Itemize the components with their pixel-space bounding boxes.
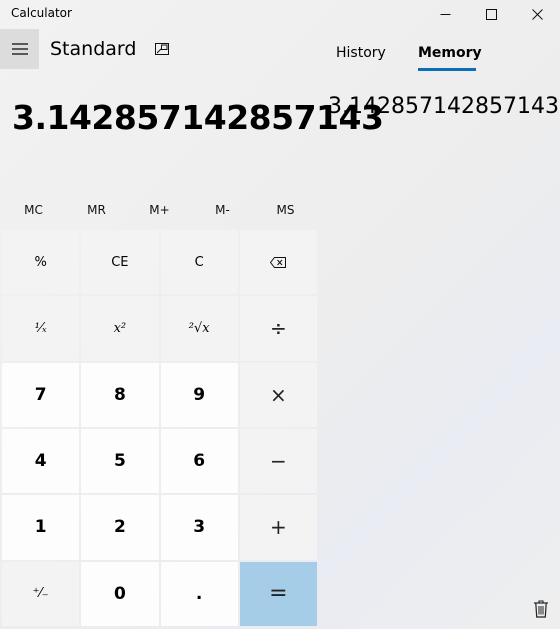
backspace-icon <box>270 256 287 268</box>
digit-8-button[interactable]: 8 <box>81 362 159 427</box>
digit-5-button[interactable]: 5 <box>81 429 159 494</box>
divide-button[interactable]: ÷ <box>239 296 317 361</box>
keep-on-top-button[interactable] <box>154 42 170 56</box>
memory-recall-button[interactable]: MR <box>65 195 128 225</box>
digit-7-button[interactable]: 7 <box>2 362 80 427</box>
digit-3-button[interactable]: 3 <box>160 495 238 560</box>
memory-button-bar: MC MR M+ M- MS <box>2 195 317 225</box>
reciprocal-label: ¹⁄ₓ <box>34 320 47 336</box>
memory-store-button[interactable]: MS <box>254 195 317 225</box>
digit-4-button[interactable]: 4 <box>2 429 80 494</box>
mode-title: Standard <box>50 38 137 60</box>
tab-history[interactable]: History <box>336 45 386 61</box>
decimal-button[interactable]: . <box>160 561 238 626</box>
square-root-label: ²√x <box>188 320 210 336</box>
active-tab-indicator <box>418 68 476 71</box>
result-display: 3.142857142857143 <box>12 98 384 137</box>
subtract-button[interactable]: − <box>239 429 317 494</box>
reciprocal-button[interactable]: ¹⁄ₓ <box>2 296 80 361</box>
hamburger-menu-icon <box>11 43 28 55</box>
square-label: x² <box>113 320 127 336</box>
backspace-button[interactable] <box>239 230 317 295</box>
memory-clear-button[interactable]: MC <box>2 195 65 225</box>
app-title: Calculator <box>11 6 72 20</box>
clear-button[interactable]: C <box>160 230 238 295</box>
maximize-button[interactable] <box>468 0 514 28</box>
memory-subtract-button[interactable]: M- <box>191 195 254 225</box>
keep-on-top-icon <box>155 43 169 55</box>
maximize-icon <box>485 8 497 20</box>
clear-entry-button[interactable]: CE <box>81 230 159 295</box>
clear-all-memory-button[interactable] <box>532 598 550 620</box>
digit-0-button[interactable]: 0 <box>81 561 159 626</box>
percent-button[interactable]: % <box>2 230 80 295</box>
minimize-button[interactable] <box>422 0 468 28</box>
square-button[interactable]: x² <box>81 296 159 361</box>
close-button[interactable] <box>514 0 560 28</box>
digit-9-button[interactable]: 9 <box>160 362 238 427</box>
tab-memory[interactable]: Memory <box>418 45 482 61</box>
square-root-button[interactable]: ²√x <box>160 296 238 361</box>
digit-1-button[interactable]: 1 <box>2 495 80 560</box>
keypad: % CE C ¹⁄ₓ x² ²√x ÷ 7 8 9 × 4 5 6 − 1 2 … <box>2 230 317 626</box>
add-button[interactable]: + <box>239 495 317 560</box>
minimize-icon <box>440 13 450 15</box>
hamburger-menu-button[interactable] <box>0 29 39 69</box>
trash-icon <box>534 600 548 618</box>
memory-item[interactable]: 3.142857142857143 <box>328 94 559 119</box>
close-icon <box>531 8 543 20</box>
negate-button[interactable]: ⁺⁄₋ <box>2 561 80 626</box>
digit-6-button[interactable]: 6 <box>160 429 238 494</box>
equals-button[interactable]: = <box>239 561 317 626</box>
digit-2-button[interactable]: 2 <box>81 495 159 560</box>
multiply-button[interactable]: × <box>239 362 317 427</box>
title-bar: Calculator <box>0 0 560 28</box>
memory-add-button[interactable]: M+ <box>128 195 191 225</box>
